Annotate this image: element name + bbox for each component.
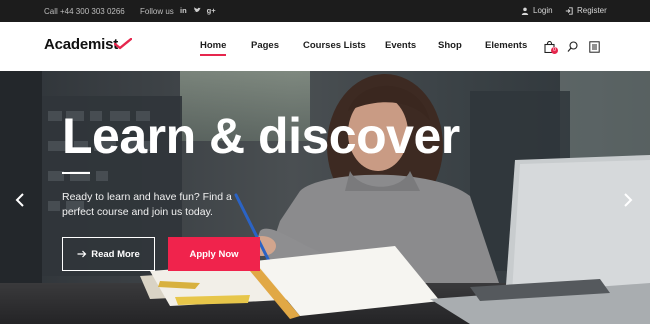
apply-now-button[interactable]: Apply Now xyxy=(168,237,260,271)
site-logo[interactable]: Academist xyxy=(44,36,118,53)
nav-shop[interactable]: Shop xyxy=(438,40,462,51)
hero-title: Learn & discover xyxy=(62,108,460,164)
social-links: in g+ xyxy=(180,6,216,16)
top-bar: Call +44 300 303 0266 Follow us in g+ Lo… xyxy=(0,0,650,22)
login-link[interactable]: Login xyxy=(521,6,553,15)
nav-courses-lists[interactable]: Courses Lists xyxy=(303,40,366,51)
nav-home[interactable]: Home xyxy=(200,40,227,56)
twitter-icon[interactable] xyxy=(193,6,201,16)
hero-slider: Learn & discover Ready to learn and have… xyxy=(0,71,650,324)
read-more-button[interactable]: Read More xyxy=(62,237,155,271)
slider-next-arrow[interactable] xyxy=(622,192,634,208)
menu-icon xyxy=(589,41,600,53)
cart-count-badge: 0 xyxy=(551,47,558,54)
user-icon xyxy=(521,7,529,15)
slider-prev-arrow[interactable] xyxy=(14,192,26,208)
hero-divider xyxy=(62,172,90,174)
login-label: Login xyxy=(533,6,553,15)
nav-pages[interactable]: Pages xyxy=(251,40,279,51)
nav-elements[interactable]: Elements xyxy=(485,40,527,51)
cart-button[interactable]: 0 xyxy=(544,40,558,58)
linkedin-icon[interactable]: in xyxy=(180,6,187,16)
sign-in-icon xyxy=(565,6,573,15)
search-icon xyxy=(567,41,578,52)
read-more-label: Read More xyxy=(91,248,140,260)
arrow-right-icon xyxy=(77,250,87,258)
register-label: Register xyxy=(577,6,607,15)
search-button[interactable] xyxy=(567,40,578,58)
nav-events[interactable]: Events xyxy=(385,40,416,51)
follow-label: Follow us xyxy=(140,7,174,16)
side-menu-button[interactable] xyxy=(589,40,600,58)
register-link[interactable]: Register xyxy=(565,6,607,15)
phone-number: Call +44 300 303 0266 xyxy=(44,7,125,16)
hero-description: Ready to learn and have fun? Find a perf… xyxy=(62,191,232,218)
google-plus-icon[interactable]: g+ xyxy=(207,6,216,16)
logo-check-icon xyxy=(114,38,132,50)
main-header: Academist Home Pages Courses Lists Event… xyxy=(0,22,650,71)
